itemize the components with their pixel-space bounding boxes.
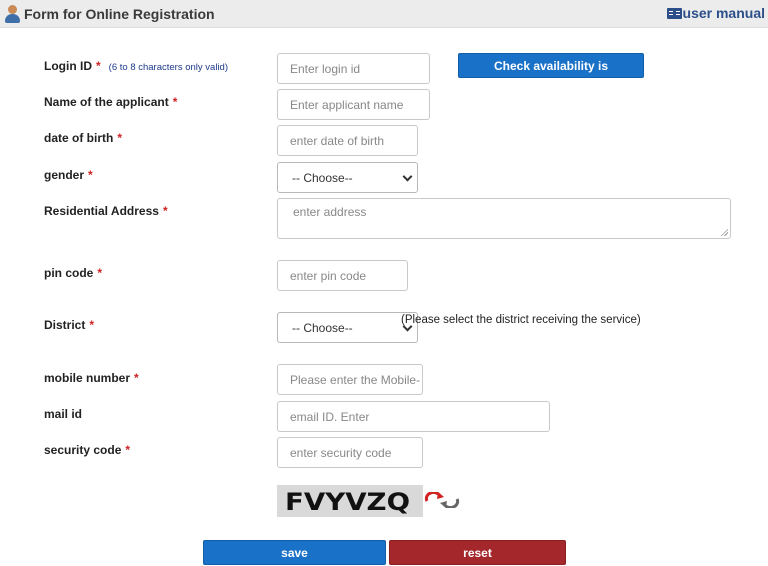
login-id-hint: (6 to 8 characters only valid) [108,62,229,73]
user-icon-body [5,14,20,23]
applicant-name-input[interactable]: Enter applicant name [277,89,430,120]
title-group: Form for Online Registration [3,4,215,24]
security-code-input[interactable]: enter security code [277,437,423,468]
pin-code-label: pin code * [44,266,102,280]
mail-input[interactable]: email ID. Enter [277,401,550,432]
login-id-label: Login ID * (6 to 8 characters only valid) [44,59,228,73]
mobile-label: mobile number * [44,371,139,385]
address-textarea[interactable]: enter address [277,198,731,239]
address-label-text: Residential Address [44,204,159,218]
required-mark: * [162,204,168,218]
gender-label: gender * [44,168,93,182]
dob-label: date of birth * [44,131,122,145]
mail-label-text: mail id [44,407,83,421]
manual-book-icon [666,7,682,19]
district-label-text: District [44,318,86,332]
reset-button[interactable]: reset [389,540,566,565]
login-id-input[interactable]: Enter login id [277,53,430,84]
address-placeholder: enter address [293,205,367,219]
user-manual-link[interactable]: user manual [666,5,765,21]
page-title: Form for Online Registration [24,6,215,22]
required-mark: * [125,443,131,457]
dob-input[interactable]: enter date of birth [277,125,418,156]
refresh-captcha-icon[interactable] [424,492,460,508]
captcha-image: FVYVZQ [277,485,423,517]
required-mark: * [97,266,103,280]
required-mark: * [134,371,139,385]
required-mark: * [172,95,178,109]
district-label: District * [44,318,94,332]
pin-code-label-text: pin code [44,266,94,280]
save-button[interactable]: save [203,540,386,565]
chevron-down-icon [402,171,413,182]
district-selected-value: -- Choose-- [292,320,353,335]
required-mark: * [89,318,95,332]
security-code-label: security code * [44,443,130,457]
gender-selected-value: -- Choose-- [292,170,353,185]
mobile-label-text: mobile number [44,371,131,385]
district-select[interactable]: -- Choose-- [277,312,418,343]
user-icon [3,4,23,24]
required-mark: * [96,59,101,73]
mail-label: mail id [44,407,82,421]
applicant-name-label: Name of the applicant * [44,95,177,109]
required-mark: * [88,168,93,182]
pin-code-input[interactable]: enter pin code [277,260,408,291]
resize-grip-icon[interactable] [720,228,728,236]
required-mark: * [117,131,122,145]
captcha-text: FVYVZQ [285,488,411,516]
gender-select[interactable]: -- Choose-- [277,162,418,193]
check-availability-button[interactable]: Check availability is [458,53,644,78]
address-label: Residential Address * [44,204,168,218]
user-icon-head [8,5,17,14]
user-manual-label: user manual [682,5,765,21]
district-note: (Please select the district receiving th… [401,314,641,326]
mobile-input[interactable]: Please enter the Mobile- [277,364,423,395]
gender-label-text: gender [44,168,85,182]
login-id-label-text: Login ID [44,59,92,73]
title-bar: Form for Online Registration user manual [0,0,768,28]
dob-label-text: date of birth [44,131,114,145]
security-code-label-text: security code [44,443,122,457]
applicant-name-label-text: Name of the applicant [44,95,169,109]
